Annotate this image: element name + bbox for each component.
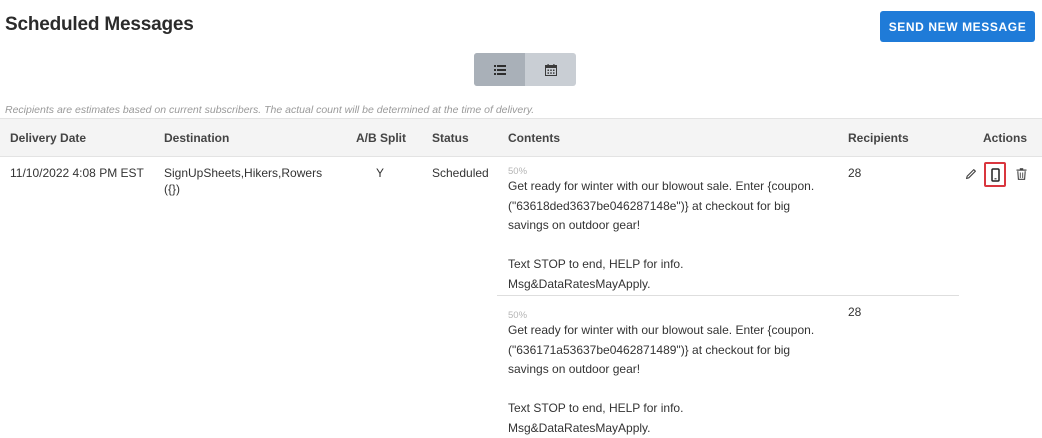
delivery-date: 11/10/2022 4:08 PM EST <box>10 166 144 180</box>
list-view-button[interactable] <box>474 53 525 86</box>
column-status: Status <box>432 131 469 145</box>
column-actions: Actions <box>983 131 1028 145</box>
variant-b-message: Get ready for winter with our blowout sa… <box>508 323 815 435</box>
column-recipients: Recipients <box>848 131 909 145</box>
preview-button[interactable] <box>984 162 1006 187</box>
column-ab-split: A/B Split <box>356 131 406 145</box>
recipients-note: Recipients are estimates based on curren… <box>5 104 535 116</box>
variant-a-recipients: 28 <box>848 166 862 180</box>
column-destination: Destination <box>164 131 230 145</box>
phone-icon <box>990 167 1000 182</box>
send-new-message-button[interactable]: SEND NEW MESSAGE <box>880 11 1035 42</box>
pencil-icon <box>965 169 976 180</box>
variant-a-percent: 50% <box>508 166 528 177</box>
list-icon <box>493 64 506 75</box>
calendar-view-button[interactable] <box>525 53 576 86</box>
destination-extra: ({}) <box>164 182 181 196</box>
destination: SignUpSheets,Hikers,Rowers <box>164 166 323 180</box>
table-header: Delivery Date Destination A/B Split Stat… <box>0 118 1042 157</box>
delete-button[interactable] <box>1014 167 1028 181</box>
variant-divider <box>497 295 959 296</box>
column-contents: Contents <box>508 131 560 145</box>
page-title: Scheduled Messages <box>5 14 194 35</box>
edit-button[interactable] <box>964 167 978 181</box>
column-delivery-date: Delivery Date <box>10 131 87 145</box>
status-value: Scheduled <box>432 166 489 180</box>
calendar-icon <box>544 63 557 76</box>
ab-split-value: Y <box>376 166 385 180</box>
variant-b-percent: 50% <box>508 310 528 321</box>
variant-b-recipients: 28 <box>848 305 862 319</box>
trash-icon <box>1016 168 1026 180</box>
variant-a-message: Get ready for winter with our blowout sa… <box>508 179 815 291</box>
view-toggle <box>474 53 576 86</box>
